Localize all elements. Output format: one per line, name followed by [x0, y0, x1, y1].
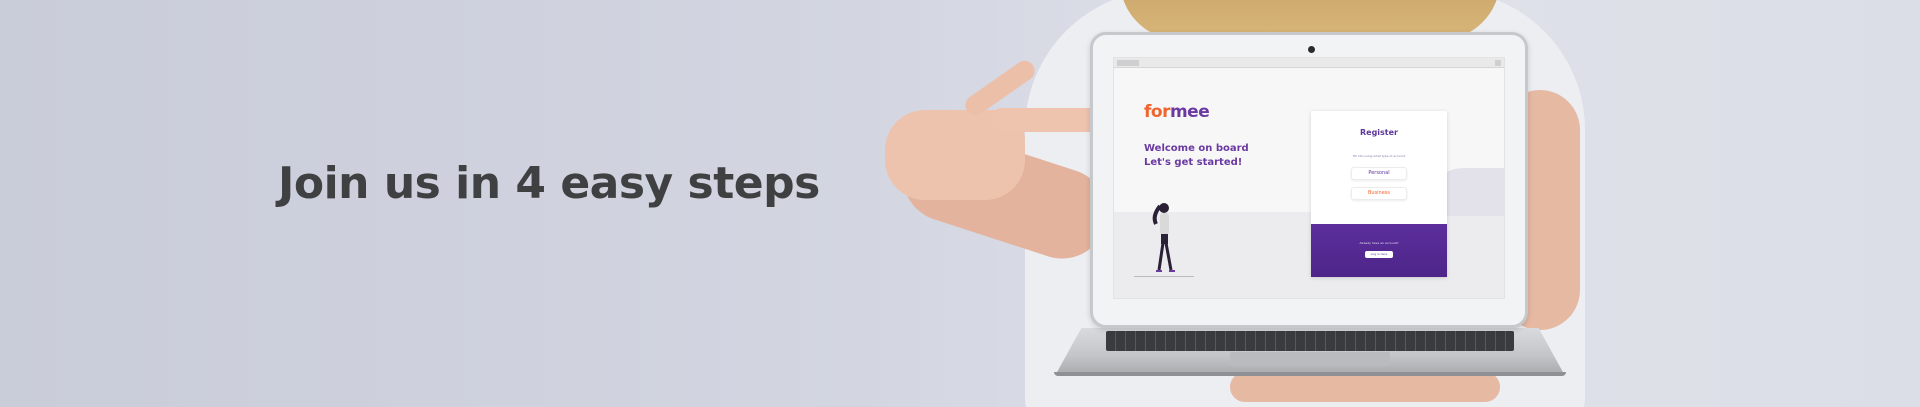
- logo-part-1: for: [1144, 102, 1170, 122]
- register-subtitle: Fill info using what type of account: [1352, 154, 1406, 158]
- browser-bar: [1114, 58, 1504, 68]
- welcome-text: Welcome on board Let's get started!: [1144, 142, 1249, 170]
- camera-icon: [1308, 46, 1315, 53]
- supporting-hand: [1230, 372, 1500, 402]
- laptop-screen: formee Welcome on board Let's get starte…: [1113, 57, 1505, 299]
- register-card: Register Fill info using what type of ac…: [1311, 111, 1447, 277]
- login-prompt: Already have an account?: [1359, 241, 1399, 245]
- browser-tab[interactable]: [1117, 60, 1139, 66]
- register-footer: Already have an account? Log in here: [1311, 224, 1447, 277]
- personal-button[interactable]: Personal: [1351, 167, 1407, 180]
- laptop-base-edge: [1054, 372, 1566, 376]
- logo-part-2: mee: [1169, 102, 1210, 122]
- business-button[interactable]: Business: [1351, 187, 1407, 200]
- laptop-trackpad: [1230, 352, 1390, 366]
- formee-app: formee Welcome on board Let's get starte…: [1114, 68, 1504, 298]
- welcome-line-2: Let's get started!: [1144, 157, 1243, 168]
- register-title: Register: [1359, 128, 1398, 137]
- ground-line: [1134, 276, 1194, 277]
- laptop-keyboard: [1106, 331, 1514, 351]
- welcome-line-1: Welcome on board: [1144, 143, 1249, 154]
- walking-woman-illustration: [1152, 203, 1175, 272]
- page-headline: Join us in 4 easy steps: [278, 158, 820, 209]
- browser-close-icon[interactable]: [1495, 60, 1501, 66]
- formee-logo: formee: [1144, 102, 1210, 122]
- login-button[interactable]: Log in here: [1365, 251, 1393, 258]
